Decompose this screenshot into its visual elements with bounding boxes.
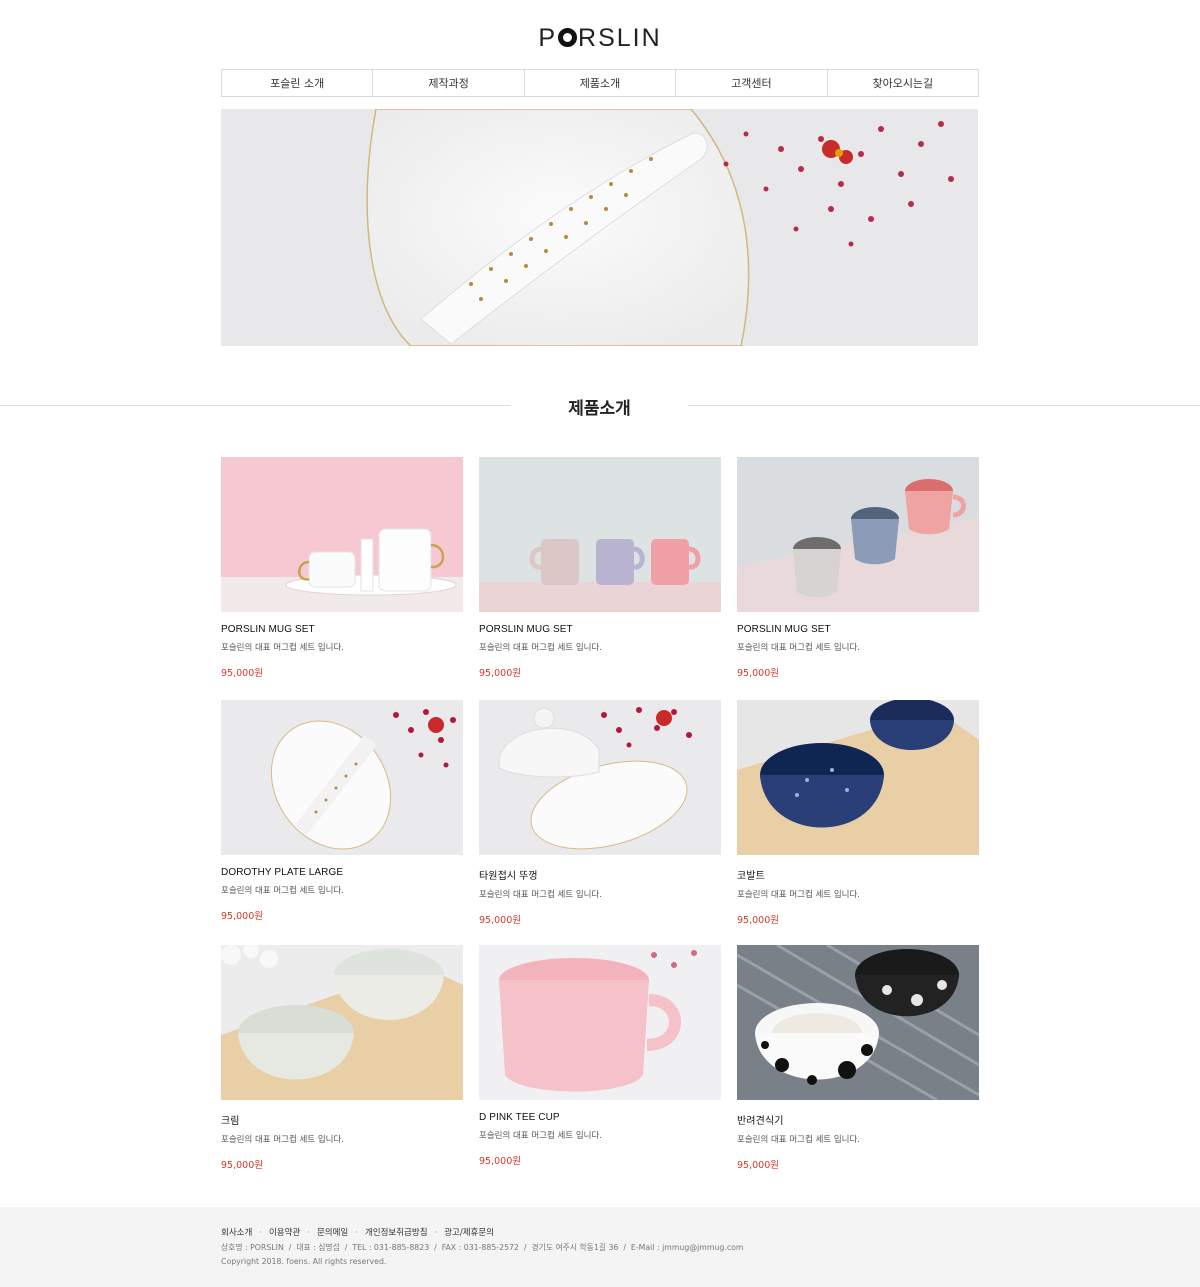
- product-name[interactable]: 크림: [221, 1112, 463, 1127]
- product-name[interactable]: PORSLIN MUG SET: [221, 624, 463, 635]
- cream-bowl-illustration: [221, 945, 463, 1100]
- product-price: 95,000원: [737, 668, 779, 679]
- cobalt-bowl-illustration: [737, 700, 979, 855]
- nav-item-products[interactable]: 제품소개: [525, 70, 677, 96]
- product-description: 포슬린의 대표 머그컵 세트 입니다.: [737, 1135, 860, 1145]
- logo-letter-p: P: [538, 24, 558, 52]
- product-description: 포슬린의 대표 머그컵 세트 입니다.: [221, 886, 344, 896]
- product-price: 95,000원: [221, 1160, 263, 1171]
- product-description: 포슬린의 대표 머그컵 세트 입니다.: [737, 643, 860, 653]
- product-image-oval-plate-lid[interactable]: [479, 700, 721, 855]
- footer-link-terms[interactable]: 이용약관: [269, 1228, 300, 1238]
- product-image-mug-set-gold[interactable]: [221, 457, 463, 612]
- product-image-cream-bowl[interactable]: [221, 945, 463, 1100]
- footer-link-separator: ·: [434, 1228, 438, 1238]
- product-name[interactable]: D PINK TEE CUP: [479, 1112, 721, 1123]
- nav-item-support[interactable]: 고객센터: [676, 70, 828, 96]
- main-navigation: 포슬린 소개 제작과정 제품소개 고객센터 찾아오시는길: [221, 69, 979, 97]
- mug-set-angle-illustration: [737, 457, 979, 612]
- product-card[interactable]: 크림 포슬린의 대표 머그컵 세트 입니다. 95,000원: [221, 945, 463, 1171]
- product-card[interactable]: PORSLIN MUG SET 포슬린의 대표 머그컵 세트 입니다. 95,0…: [221, 457, 463, 679]
- pet-bowl-illustration: [737, 945, 979, 1100]
- product-price: 95,000원: [479, 915, 521, 926]
- product-image-dorothy-plate[interactable]: [221, 700, 463, 855]
- product-card[interactable]: 코발트 포슬린의 대표 머그컵 세트 입니다. 95,000원: [737, 700, 979, 926]
- logo-letters: RSLIN: [578, 24, 662, 52]
- section-title: 제품소개: [568, 399, 631, 419]
- section-divider-left: [0, 405, 511, 406]
- section-divider-right: [688, 405, 1200, 406]
- product-image-pink-tee-cup[interactable]: [479, 945, 721, 1100]
- oval-plate-lid-illustration: [479, 700, 721, 855]
- nav-item-about[interactable]: 포슬린 소개: [222, 70, 374, 96]
- product-description: 포슬린의 대표 머그컵 세트 입니다.: [221, 643, 344, 653]
- footer-link-privacy[interactable]: 개인정보취급방침: [365, 1228, 428, 1238]
- footer-link-separator: ·: [355, 1228, 358, 1238]
- product-image-mug-set-pastel[interactable]: [479, 457, 721, 612]
- hero-plate-illustration: [221, 109, 978, 346]
- product-card[interactable]: PORSLIN MUG SET 포슬린의 대표 머그컵 세트 입니다. 95,0…: [479, 457, 721, 679]
- nav-item-process[interactable]: 제작과정: [373, 70, 525, 96]
- product-price: 95,000원: [737, 1160, 779, 1171]
- product-name[interactable]: DOROTHY PLATE LARGE: [221, 867, 463, 878]
- site-logo[interactable]: P RSLIN: [0, 24, 1200, 53]
- footer-link-company[interactable]: 회사소개: [221, 1228, 252, 1238]
- footer-link-partnership[interactable]: 광고/제휴문의: [444, 1228, 494, 1238]
- product-card[interactable]: 타원접시 뚜껑 포슬린의 대표 머그컵 세트 입니다. 95,000원: [479, 700, 721, 926]
- pink-tee-cup-illustration: [479, 945, 721, 1100]
- product-description: 포슬린의 대표 머그컵 세트 입니다.: [221, 1135, 344, 1145]
- product-description: 포슬린의 대표 머그컵 세트 입니다.: [479, 643, 602, 653]
- product-description: 포슬린의 대표 머그컵 세트 입니다.: [479, 890, 602, 900]
- product-image-pet-bowl[interactable]: [737, 945, 979, 1100]
- product-price: 95,000원: [479, 668, 521, 679]
- product-name[interactable]: PORSLIN MUG SET: [479, 624, 721, 635]
- footer-link-inquiry-mail[interactable]: 문의메일: [317, 1228, 348, 1238]
- product-card[interactable]: DOROTHY PLATE LARGE 포슬린의 대표 머그컵 세트 입니다. …: [221, 700, 463, 922]
- nav-item-location[interactable]: 찾아오시는길: [828, 70, 978, 96]
- footer-copyright: Copyright 2018. foens. All rights reserv…: [221, 1257, 387, 1266]
- product-image-cobalt-bowl[interactable]: [737, 700, 979, 855]
- logo-o-circle-icon: [558, 28, 578, 47]
- footer-links: 회사소개 · 이용약관 · 문의메일 · 개인정보취급방침 · 광고/제휴문의: [221, 1226, 494, 1238]
- product-card[interactable]: PORSLIN MUG SET 포슬린의 대표 머그컵 세트 입니다. 95,0…: [737, 457, 979, 679]
- product-name[interactable]: PORSLIN MUG SET: [737, 624, 979, 635]
- product-card[interactable]: 반려견식기 포슬린의 대표 머그컵 세트 입니다. 95,000원: [737, 945, 979, 1171]
- site-footer: 회사소개 · 이용약관 · 문의메일 · 개인정보취급방침 · 광고/제휴문의 상호명 : PO…: [0, 1207, 1200, 1287]
- product-name[interactable]: 코발트: [737, 867, 979, 882]
- product-price: 95,000원: [221, 668, 263, 679]
- footer-link-separator: ·: [307, 1228, 310, 1238]
- product-price: 95,000원: [737, 915, 779, 926]
- product-name[interactable]: 타원접시 뚜껑: [479, 867, 721, 882]
- hero-banner-image: [221, 109, 978, 346]
- product-image-mug-set-angle[interactable]: [737, 457, 979, 612]
- mug-set-pastel-illustration: [479, 457, 721, 612]
- mug-set-gold-illustration: [221, 457, 463, 612]
- footer-company-info: 상호명 : PORSLIN / 대표 : 심명섭 / TEL : 031-885…: [221, 1243, 744, 1252]
- footer-link-separator: ·: [259, 1228, 262, 1238]
- product-name[interactable]: 반려견식기: [737, 1112, 979, 1127]
- product-card[interactable]: D PINK TEE CUP 포슬린의 대표 머그컵 세트 입니다. 95,00…: [479, 945, 721, 1167]
- dorothy-plate-illustration: [221, 700, 463, 855]
- product-description: 포슬린의 대표 머그컵 세트 입니다.: [737, 890, 860, 900]
- product-price: 95,000원: [479, 1156, 521, 1167]
- product-description: 포슬린의 대표 머그컵 세트 입니다.: [479, 1131, 602, 1141]
- product-price: 95,000원: [221, 911, 263, 922]
